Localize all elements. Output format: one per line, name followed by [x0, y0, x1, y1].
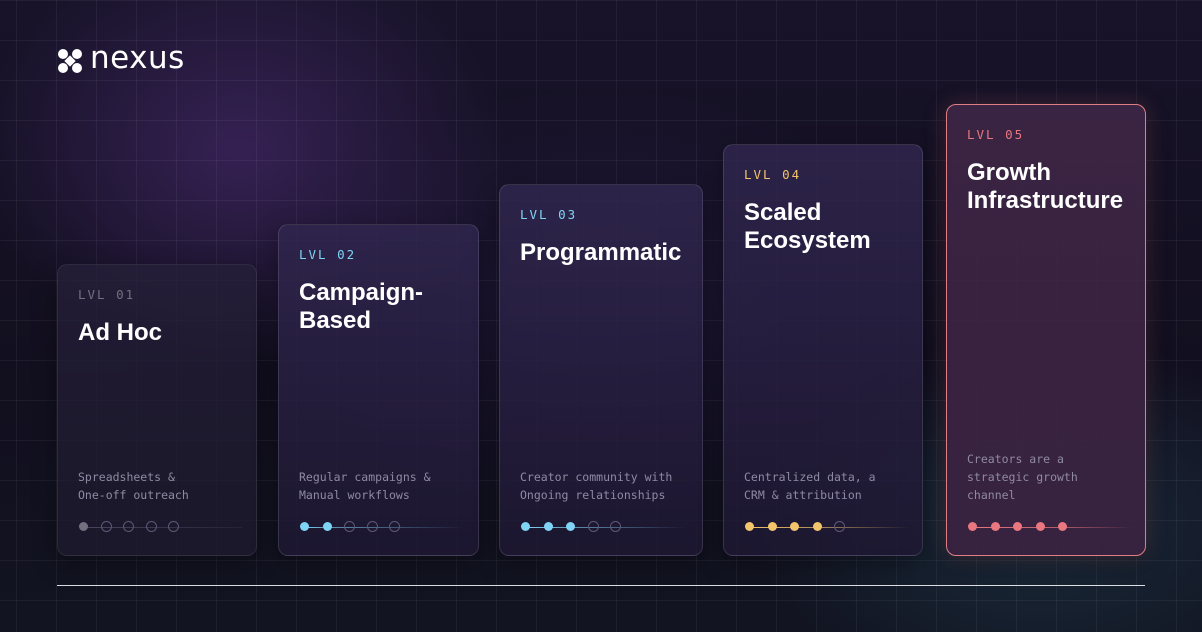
progress-dot-empty [389, 521, 400, 532]
progress-dot-empty [344, 521, 355, 532]
level-description-line: Spreadsheets & [78, 470, 175, 484]
level-card-1: LVL 01 Ad Hoc Spreadsheets & One-off out… [57, 264, 257, 556]
progress-dot-filled [1035, 522, 1045, 531]
level-progress-dots [967, 521, 1132, 533]
nexus-logo-icon [58, 49, 82, 73]
progress-dot-filled [300, 522, 309, 531]
level-description: Regular campaigns & Manual workflows [299, 468, 464, 504]
progress-dot-empty [366, 521, 378, 532]
level-description-line: Regular campaigns & [299, 470, 431, 484]
progress-dot-empty [100, 521, 112, 532]
level-card-3: LVL 03 Programmatic Creator community wi… [499, 184, 703, 556]
baseline-divider [57, 585, 1145, 586]
level-title: Scaled Ecosystem [744, 199, 871, 254]
progress-dot-filled [968, 522, 977, 531]
level-title: Growth Infrastructure [967, 159, 1124, 214]
progress-dot-filled [79, 522, 88, 531]
level-description-line: One-off outreach [78, 488, 189, 502]
progress-dot-filled [322, 522, 332, 531]
level-card-4: LVL 04 Scaled Ecosystem Centralized data… [723, 144, 923, 556]
level-description-line: CRM & attribution [744, 488, 862, 502]
level-progress-dots [299, 521, 464, 533]
level-description: Creators are a strategic growth channel [967, 450, 1131, 504]
progress-dot-empty [587, 521, 599, 532]
progress-dot-empty [123, 521, 134, 532]
level-title: Ad Hoc [78, 319, 162, 346]
level-description-line: Manual workflows [299, 488, 410, 502]
progress-dot-filled [566, 522, 575, 531]
progress-dot-filled [1058, 522, 1067, 531]
level-card-5: LVL 05 Growth Infrastructure Creators ar… [946, 104, 1146, 556]
level-description: Creator community with Ongoing relations… [520, 468, 688, 504]
progress-dot-filled [1013, 522, 1022, 531]
level-progress-dots [78, 521, 243, 533]
level-progress-dots [520, 521, 685, 533]
progress-dot-filled [745, 522, 754, 531]
progress-dot-filled [767, 522, 777, 531]
progress-dot-empty [610, 521, 621, 532]
level-description-line: Centralized data, a [744, 470, 876, 484]
level-description-line: channel [967, 488, 1016, 502]
level-description: Spreadsheets & One-off outreach [78, 468, 242, 504]
level-title: Programmatic [520, 239, 682, 266]
brand-name: nexus [90, 40, 185, 76]
level-card-2: LVL 02 Campaign- Based Regular campaigns… [278, 224, 479, 556]
level-title: Campaign- Based [299, 279, 424, 334]
progress-dot-empty [145, 521, 157, 532]
level-progress-dots [744, 521, 909, 533]
level-description-line: Creator community with [520, 470, 673, 484]
progress-dot-empty [834, 521, 845, 532]
brand-logo: nexus [56, 40, 185, 78]
level-label: LVL 04 [744, 167, 802, 182]
progress-dot-filled [543, 522, 553, 531]
level-label: LVL 05 [967, 127, 1025, 142]
level-label: LVL 01 [78, 287, 136, 302]
level-description-line: Ongoing relationships [520, 488, 666, 502]
level-description-line: strategic growth [967, 470, 1078, 484]
level-label: LVL 02 [299, 247, 357, 262]
progress-dot-filled [812, 522, 822, 531]
level-description: Centralized data, a CRM & attribution [744, 468, 908, 504]
level-description-line: Creators are a [967, 452, 1064, 466]
progress-dot-filled [990, 522, 1000, 531]
progress-dot-filled [521, 522, 530, 531]
level-label: LVL 03 [520, 207, 578, 222]
progress-dot-empty [168, 521, 179, 532]
progress-dot-filled [790, 522, 799, 531]
